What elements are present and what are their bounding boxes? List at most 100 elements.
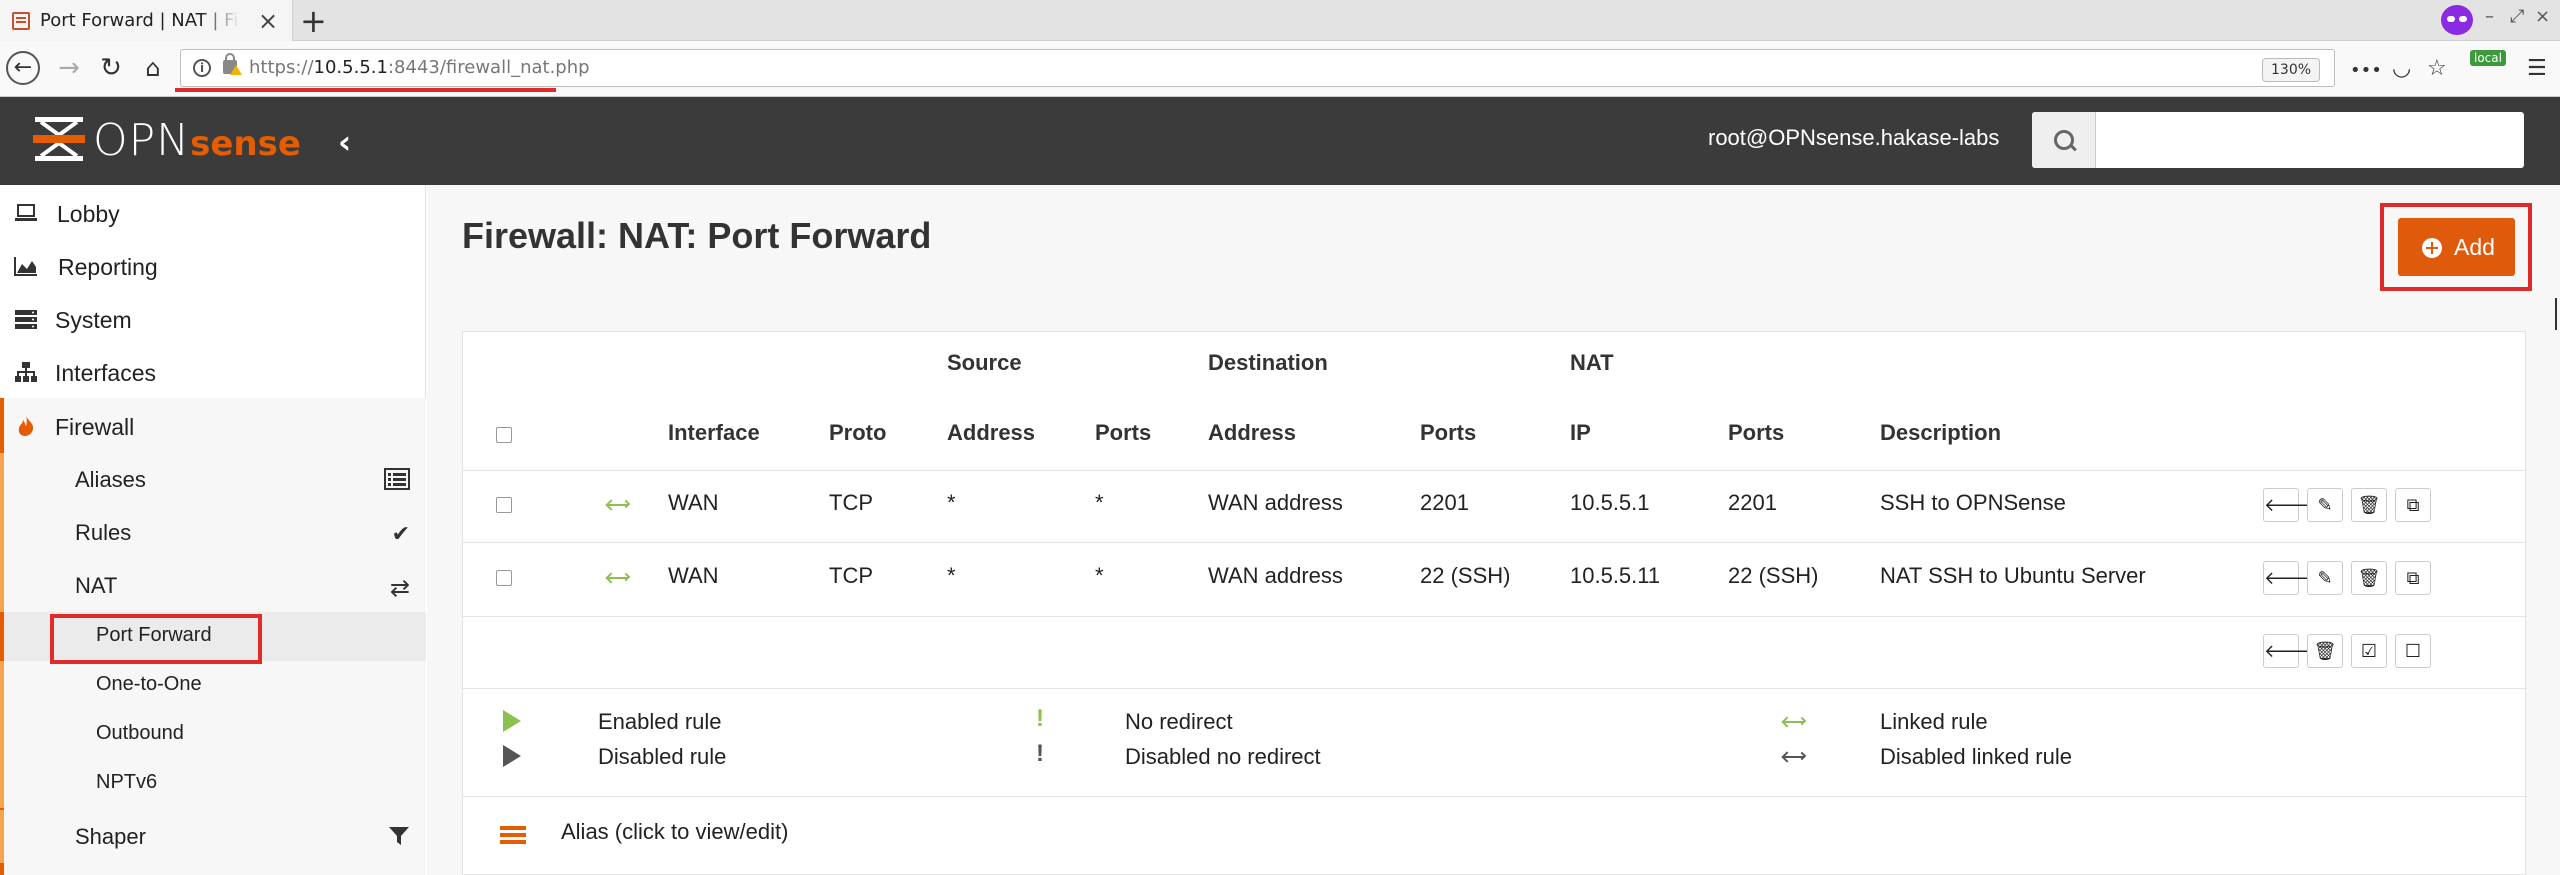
cell-interface: WAN (668, 490, 719, 515)
cell-proto: TCP (829, 490, 873, 515)
port-forward-highlight-box (50, 614, 262, 664)
move-before-arrow-icon[interactable]: 🡐 (2263, 561, 2312, 595)
sidebar: Lobby Reporting System Interfaces Firewa… (0, 185, 426, 875)
opnsense-favicon-icon (12, 12, 30, 30)
column-header-destination-address: Address (1208, 420, 1297, 445)
window-close-icon[interactable]: × (2535, 6, 2550, 27)
search-input[interactable] (2098, 118, 2508, 162)
sitemap-icon (15, 362, 37, 382)
sidebar-item-firewall[interactable]: Firewall (0, 400, 426, 453)
browser-tab-bar: Port Forward | NAT | Firewall × + – ⤢ × (0, 0, 2560, 41)
row-divider (463, 796, 2527, 797)
clone-copy-icon[interactable]: ⧉ (2395, 561, 2431, 595)
sidebar-item-lobby[interactable]: Lobby (0, 187, 426, 240)
bookmark-star-icon[interactable]: ☆ (2427, 56, 2447, 81)
insecure-lock-icon[interactable] (223, 53, 242, 75)
cell-destination-ports: 2201 (1420, 490, 1469, 515)
row-checkbox[interactable] (496, 570, 512, 586)
legend-disabled-rule: Disabled rule (598, 744, 727, 769)
delete-trash-icon[interactable]: 🗑 (2351, 488, 2387, 522)
url-bar[interactable]: i https://10.5.5.1:8443/firewall_nat.php (180, 49, 2335, 87)
alias-list-icon (500, 826, 526, 848)
maximize-icon[interactable]: ⤢ (2510, 6, 2524, 27)
back-button[interactable]: ← (6, 51, 40, 85)
sidebar-item-nat[interactable]: NAT ⇄ (0, 559, 426, 612)
page-title: Firewall: NAT: Port Forward (462, 215, 932, 256)
server-icon (15, 310, 37, 329)
reload-button[interactable]: ↻ (94, 51, 128, 85)
opnsense-logo[interactable]: OPNsense (33, 113, 301, 169)
search-icon[interactable] (2032, 112, 2096, 168)
main-content: Firewall: NAT: Port Forward Add Source D… (427, 185, 2560, 875)
home-button[interactable]: ⌂ (136, 51, 170, 85)
minimize-icon[interactable]: – (2485, 6, 2494, 27)
edit-pencil-icon[interactable]: ✎ (2307, 561, 2343, 595)
column-header-nat-ports: Ports (1728, 420, 1785, 445)
cell-source-ports: * (1095, 490, 1104, 515)
sidebar-item-reporting[interactable]: Reporting (0, 240, 426, 293)
search-box (2032, 112, 2524, 168)
logged-in-user[interactable]: root@OPNsense.hakase-labs (1708, 125, 1999, 151)
cell-source-address: * (947, 563, 956, 588)
add-rule-button[interactable]: Add (2398, 218, 2515, 276)
app-header: OPNsense ‹ root@OPNsense.hakase-labs (0, 97, 2560, 185)
sidebar-item-outbound[interactable]: Outbound (0, 710, 426, 759)
extension-local-badge[interactable]: local (2470, 50, 2506, 66)
row-divider (463, 616, 2527, 617)
sidebar-item-system[interactable]: System (0, 293, 426, 346)
sidebar-item-one-to-one[interactable]: One-to-One (0, 661, 426, 710)
legend-linked-rule: Linked rule (1880, 709, 1988, 734)
zoom-level-button[interactable]: 130% (2262, 58, 2321, 82)
text-cursor (2555, 298, 2557, 330)
row-checkbox[interactable] (496, 497, 512, 513)
tab-title: Port Forward | NAT | Firewall (40, 10, 240, 31)
sidebar-item-nptv6[interactable]: NPTv6 (0, 759, 426, 808)
enabled-rule-play-icon (503, 710, 521, 732)
group-header-source: Source (947, 350, 1022, 375)
cell-nat-ports: 22 (SSH) (1728, 563, 1819, 588)
disabled-no-redirect-exclamation-icon: ! (1036, 740, 1044, 767)
sidebar-item-rules[interactable]: Rules ✔ (0, 506, 426, 559)
url-highlight-underline (175, 88, 556, 92)
cell-nat-ip: 10.5.5.11 (1570, 563, 1661, 588)
legend-no-redirect: No redirect (1125, 709, 1233, 734)
new-tab-button[interactable]: + (300, 2, 327, 40)
select-all-checkbox[interactable] (496, 427, 512, 443)
filter-icon (389, 827, 409, 845)
tab-close-icon[interactable]: × (258, 7, 278, 35)
bulk-enable-check-icon[interactable]: ☑ (2351, 634, 2387, 668)
linked-rule-icon[interactable] (605, 572, 631, 583)
sidebar-item-aliases[interactable]: Aliases (0, 453, 426, 506)
bulk-delete-trash-icon[interactable]: 🗑 (2307, 634, 2343, 668)
bulk-disable-square-icon[interactable]: ☐ (2395, 634, 2431, 668)
sidebar-item-interfaces[interactable]: Interfaces (0, 346, 426, 399)
cell-description: SSH to OPNSense (1880, 490, 2066, 515)
page-actions-icon[interactable]: ••• (2350, 60, 2382, 81)
check-icon: ✔ (391, 521, 410, 546)
area-chart-icon (14, 257, 37, 276)
collapse-sidebar-chevron-icon[interactable]: ‹ (338, 123, 351, 161)
pocket-icon[interactable]: ◡ (2392, 56, 2411, 81)
cell-interface: WAN (668, 563, 719, 588)
delete-trash-icon[interactable]: 🗑 (2351, 561, 2387, 595)
private-browsing-icon (2441, 5, 2473, 35)
cell-description: NAT SSH to Ubuntu Server (1880, 563, 2146, 588)
cell-destination-address: WAN address (1208, 490, 1343, 515)
clone-copy-icon[interactable]: ⧉ (2395, 488, 2431, 522)
hamburger-menu-icon[interactable]: ☰ (2527, 56, 2547, 81)
linked-rule-legend-icon (1781, 716, 1807, 727)
laptop-icon (15, 204, 37, 221)
forward-button[interactable]: → (52, 51, 86, 85)
sidebar-item-shaper[interactable]: Shaper (0, 810, 426, 863)
no-redirect-exclamation-icon: ! (1036, 705, 1044, 732)
column-header-destination-ports: Ports (1420, 420, 1477, 445)
edit-pencil-icon[interactable]: ✎ (2307, 488, 2343, 522)
browser-tab[interactable]: Port Forward | NAT | Firewall × (0, 0, 293, 41)
column-header-source-ports: Ports (1095, 420, 1152, 445)
move-before-arrow-icon[interactable]: 🡐 (2263, 488, 2312, 522)
legend-disabled-no-redirect: Disabled no redirect (1125, 744, 1321, 769)
bulk-move-arrow-icon[interactable]: 🡐 (2263, 634, 2312, 668)
legend-disabled-linked-rule: Disabled linked rule (1880, 744, 2072, 769)
linked-rule-icon[interactable] (605, 499, 631, 510)
site-info-icon[interactable]: i (193, 59, 211, 77)
